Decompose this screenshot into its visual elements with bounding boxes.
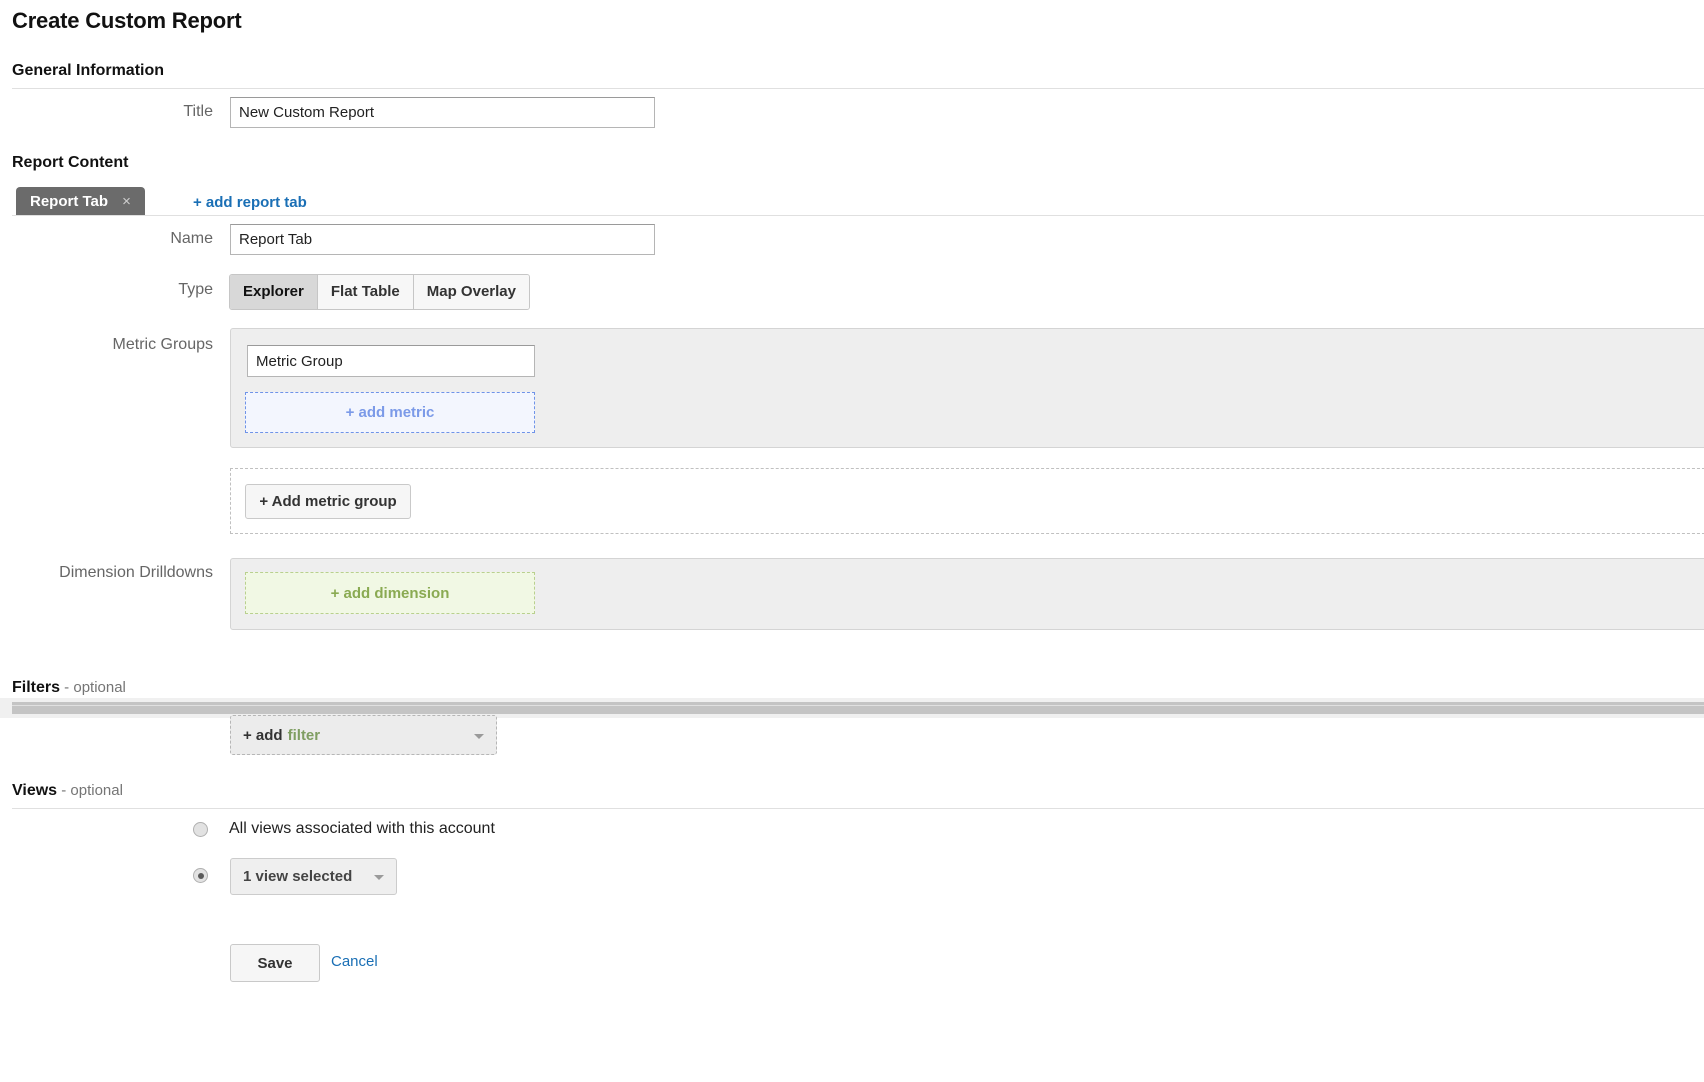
create-custom-report-page: Create Custom Report General Information… bbox=[0, 0, 1704, 1082]
report-tab[interactable]: Report Tab × bbox=[16, 187, 145, 215]
cancel-link[interactable]: Cancel bbox=[331, 953, 378, 970]
metric-group-name-input[interactable] bbox=[247, 345, 535, 377]
radio-all-views-label[interactable]: All views associated with this account bbox=[229, 820, 495, 838]
section-heading-views-text: Views bbox=[12, 782, 57, 799]
add-metric-button[interactable]: + add metric bbox=[245, 392, 535, 433]
add-dimension-button[interactable]: + add dimension bbox=[245, 572, 535, 614]
section-heading-general-information-text: General Information bbox=[12, 62, 164, 79]
view-selector-dropdown[interactable]: 1 view selected bbox=[230, 858, 397, 895]
add-metric-group-button[interactable]: + Add metric group bbox=[245, 484, 411, 519]
add-dimension-label: + add dimension bbox=[331, 585, 450, 602]
metric-groups-field-label: Metric Groups bbox=[0, 336, 213, 354]
chevron-down-icon bbox=[474, 734, 484, 739]
filters-optional-text: - optional bbox=[60, 679, 126, 696]
type-option-map-overlay[interactable]: Map Overlay bbox=[414, 275, 529, 309]
type-segmented-control[interactable]: Explorer Flat Table Map Overlay bbox=[229, 274, 530, 310]
add-metric-group-container bbox=[230, 468, 1704, 534]
radio-all-views[interactable] bbox=[193, 822, 208, 837]
add-filter-dropdown[interactable]: + add filter bbox=[230, 715, 497, 755]
add-metric-label: + add metric bbox=[346, 404, 435, 421]
save-button[interactable]: Save bbox=[230, 944, 320, 982]
divider-views bbox=[12, 808, 1704, 809]
page-title: Create Custom Report bbox=[12, 8, 241, 34]
divider-report-content bbox=[12, 215, 1704, 216]
horizontal-scrollbar-thumb[interactable] bbox=[12, 702, 1704, 714]
section-heading-filters: Filters - optional bbox=[12, 679, 126, 697]
section-heading-views: Views - optional bbox=[12, 782, 123, 800]
name-field-label: Name bbox=[0, 230, 213, 248]
report-tab-label: Report Tab bbox=[30, 193, 108, 210]
divider-general-information bbox=[12, 88, 1704, 89]
add-report-tab-link[interactable]: + add report tab bbox=[193, 194, 307, 211]
name-input[interactable] bbox=[230, 224, 655, 255]
add-filter-word-label: filter bbox=[288, 727, 321, 744]
type-option-flat-table[interactable]: Flat Table bbox=[318, 275, 414, 309]
save-button-label: Save bbox=[257, 955, 292, 972]
radio-selected-views[interactable] bbox=[193, 868, 208, 883]
section-heading-report-content: Report Content bbox=[12, 154, 128, 172]
section-heading-filters-text: Filters bbox=[12, 679, 60, 696]
divider-filters bbox=[12, 705, 1704, 706]
close-icon[interactable]: × bbox=[122, 194, 131, 209]
type-option-explorer[interactable]: Explorer bbox=[230, 275, 318, 309]
add-metric-group-label: + Add metric group bbox=[259, 493, 396, 510]
type-field-label: Type bbox=[0, 281, 213, 299]
title-input[interactable] bbox=[230, 97, 655, 128]
section-heading-report-content-text: Report Content bbox=[12, 154, 128, 171]
views-optional-text: - optional bbox=[57, 782, 123, 799]
view-selector-label: 1 view selected bbox=[243, 868, 352, 885]
add-filter-plus-label: + add bbox=[243, 727, 283, 744]
title-field-label: Title bbox=[0, 103, 213, 121]
chevron-down-icon bbox=[374, 875, 384, 880]
dimension-drilldowns-field-label: Dimension Drilldowns bbox=[0, 564, 213, 582]
section-heading-general-information: General Information bbox=[12, 62, 164, 80]
